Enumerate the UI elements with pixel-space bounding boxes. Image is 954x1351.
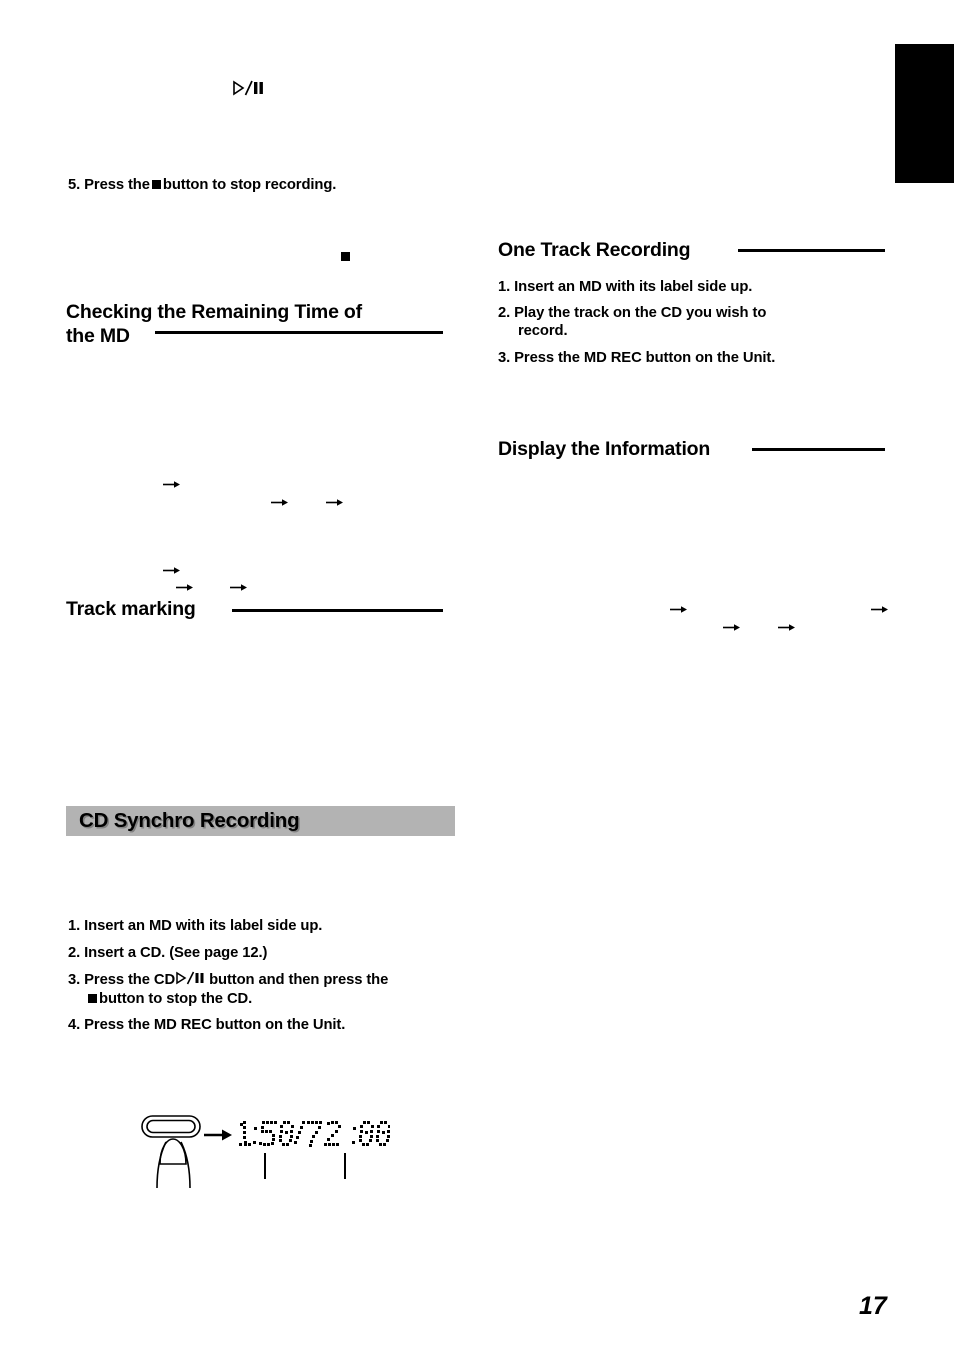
step-5-stop-recording: 5. Press the button to stop recording. xyxy=(68,176,336,195)
heading-rule xyxy=(752,448,885,451)
heading-rule xyxy=(738,249,885,252)
heading-rule xyxy=(155,331,443,334)
thumb-index-tab xyxy=(895,44,954,183)
step-text: Insert a CD. (See page 12.) xyxy=(84,945,268,961)
step-number: 2. xyxy=(68,945,81,961)
page-number: 17 xyxy=(859,1292,887,1320)
step-text: Play the track on the CD you wish to xyxy=(514,305,767,321)
step-5-number: 5. xyxy=(68,177,81,193)
step-text: Press the MD REC button on the Unit. xyxy=(84,1017,346,1033)
step-5-text-before: Press the xyxy=(84,177,150,193)
heading-checking-remaining-time-line2: the MD xyxy=(66,325,130,347)
cd-synchro-banner-title: CD Synchro Recording xyxy=(79,809,300,832)
manual-page: 5. Press the button to stop recording. Ch… xyxy=(0,0,954,1351)
arrow-right-icon xyxy=(176,579,193,591)
cd-synchro-step-3-continuation: button to stop the CD. xyxy=(86,990,252,1009)
heading-one-track-recording: One Track Recording xyxy=(498,239,691,261)
step-text-after: button and then press the xyxy=(209,972,389,988)
arrow-right-icon xyxy=(204,1127,232,1148)
arrow-right-icon xyxy=(326,494,343,506)
cd-synchro-step-2: 2. Insert a CD. (See page 12.) xyxy=(68,944,267,963)
arrow-right-icon xyxy=(723,619,740,631)
arrow-right-icon xyxy=(778,619,795,631)
stop-icon xyxy=(151,180,161,189)
arrow-right-icon xyxy=(163,476,180,488)
heading-checking-remaining-time-line1: Checking the Remaining Time of xyxy=(66,301,362,323)
arrow-right-icon xyxy=(230,579,247,591)
step-text: Insert an MD with its label side up. xyxy=(514,279,753,295)
arrow-right-icon xyxy=(871,601,888,613)
arrow-right-icon xyxy=(271,494,288,506)
arrow-right-icon xyxy=(670,601,687,613)
heading-track-marking: Track marking xyxy=(66,598,196,620)
heading-rule xyxy=(232,609,443,612)
step-text: Press the MD REC button on the Unit. xyxy=(514,350,776,366)
one-track-step-2: 2. Play the track on the CD you wish to xyxy=(498,304,766,323)
lcd-display xyxy=(234,1113,391,1188)
step-number: 1. xyxy=(498,279,511,295)
step-text: Insert an MD with its label side up. xyxy=(84,918,323,934)
step-number: 3. xyxy=(68,972,81,988)
cd-synchro-step-3: 3. Press the CD button and then press the xyxy=(68,971,388,991)
step-5-text-after: button to stop recording. xyxy=(162,177,337,193)
step-number: 3. xyxy=(498,350,511,366)
one-track-step-2-continuation: record. xyxy=(518,323,568,339)
cd-synchro-step-4: 4. Press the MD REC button on the Unit. xyxy=(68,1016,345,1035)
step-cont-text: button to stop the CD. xyxy=(99,991,253,1007)
stop-icon xyxy=(341,252,350,261)
stop-icon xyxy=(88,994,97,1003)
step-number: 2. xyxy=(498,305,511,321)
lcd-display-svg xyxy=(239,1121,391,1179)
step-text-before: Press the CD xyxy=(84,972,176,988)
heading-display-the-information: Display the Information xyxy=(498,438,711,460)
one-track-step-3: 3. Press the MD REC button on the Unit. xyxy=(498,349,775,368)
play-pause-icon xyxy=(176,971,208,991)
step-number: 4. xyxy=(68,1017,81,1033)
cd-synchro-step-1: 1. Insert an MD with its label side up. xyxy=(68,917,322,936)
arrow-right-icon xyxy=(163,562,180,574)
one-track-step-1: 1. Insert an MD with its label side up. xyxy=(498,278,752,297)
play-pause-icon xyxy=(233,80,267,101)
step-number: 1. xyxy=(68,918,81,934)
md-rec-button-with-finger-icon xyxy=(138,1112,210,1197)
